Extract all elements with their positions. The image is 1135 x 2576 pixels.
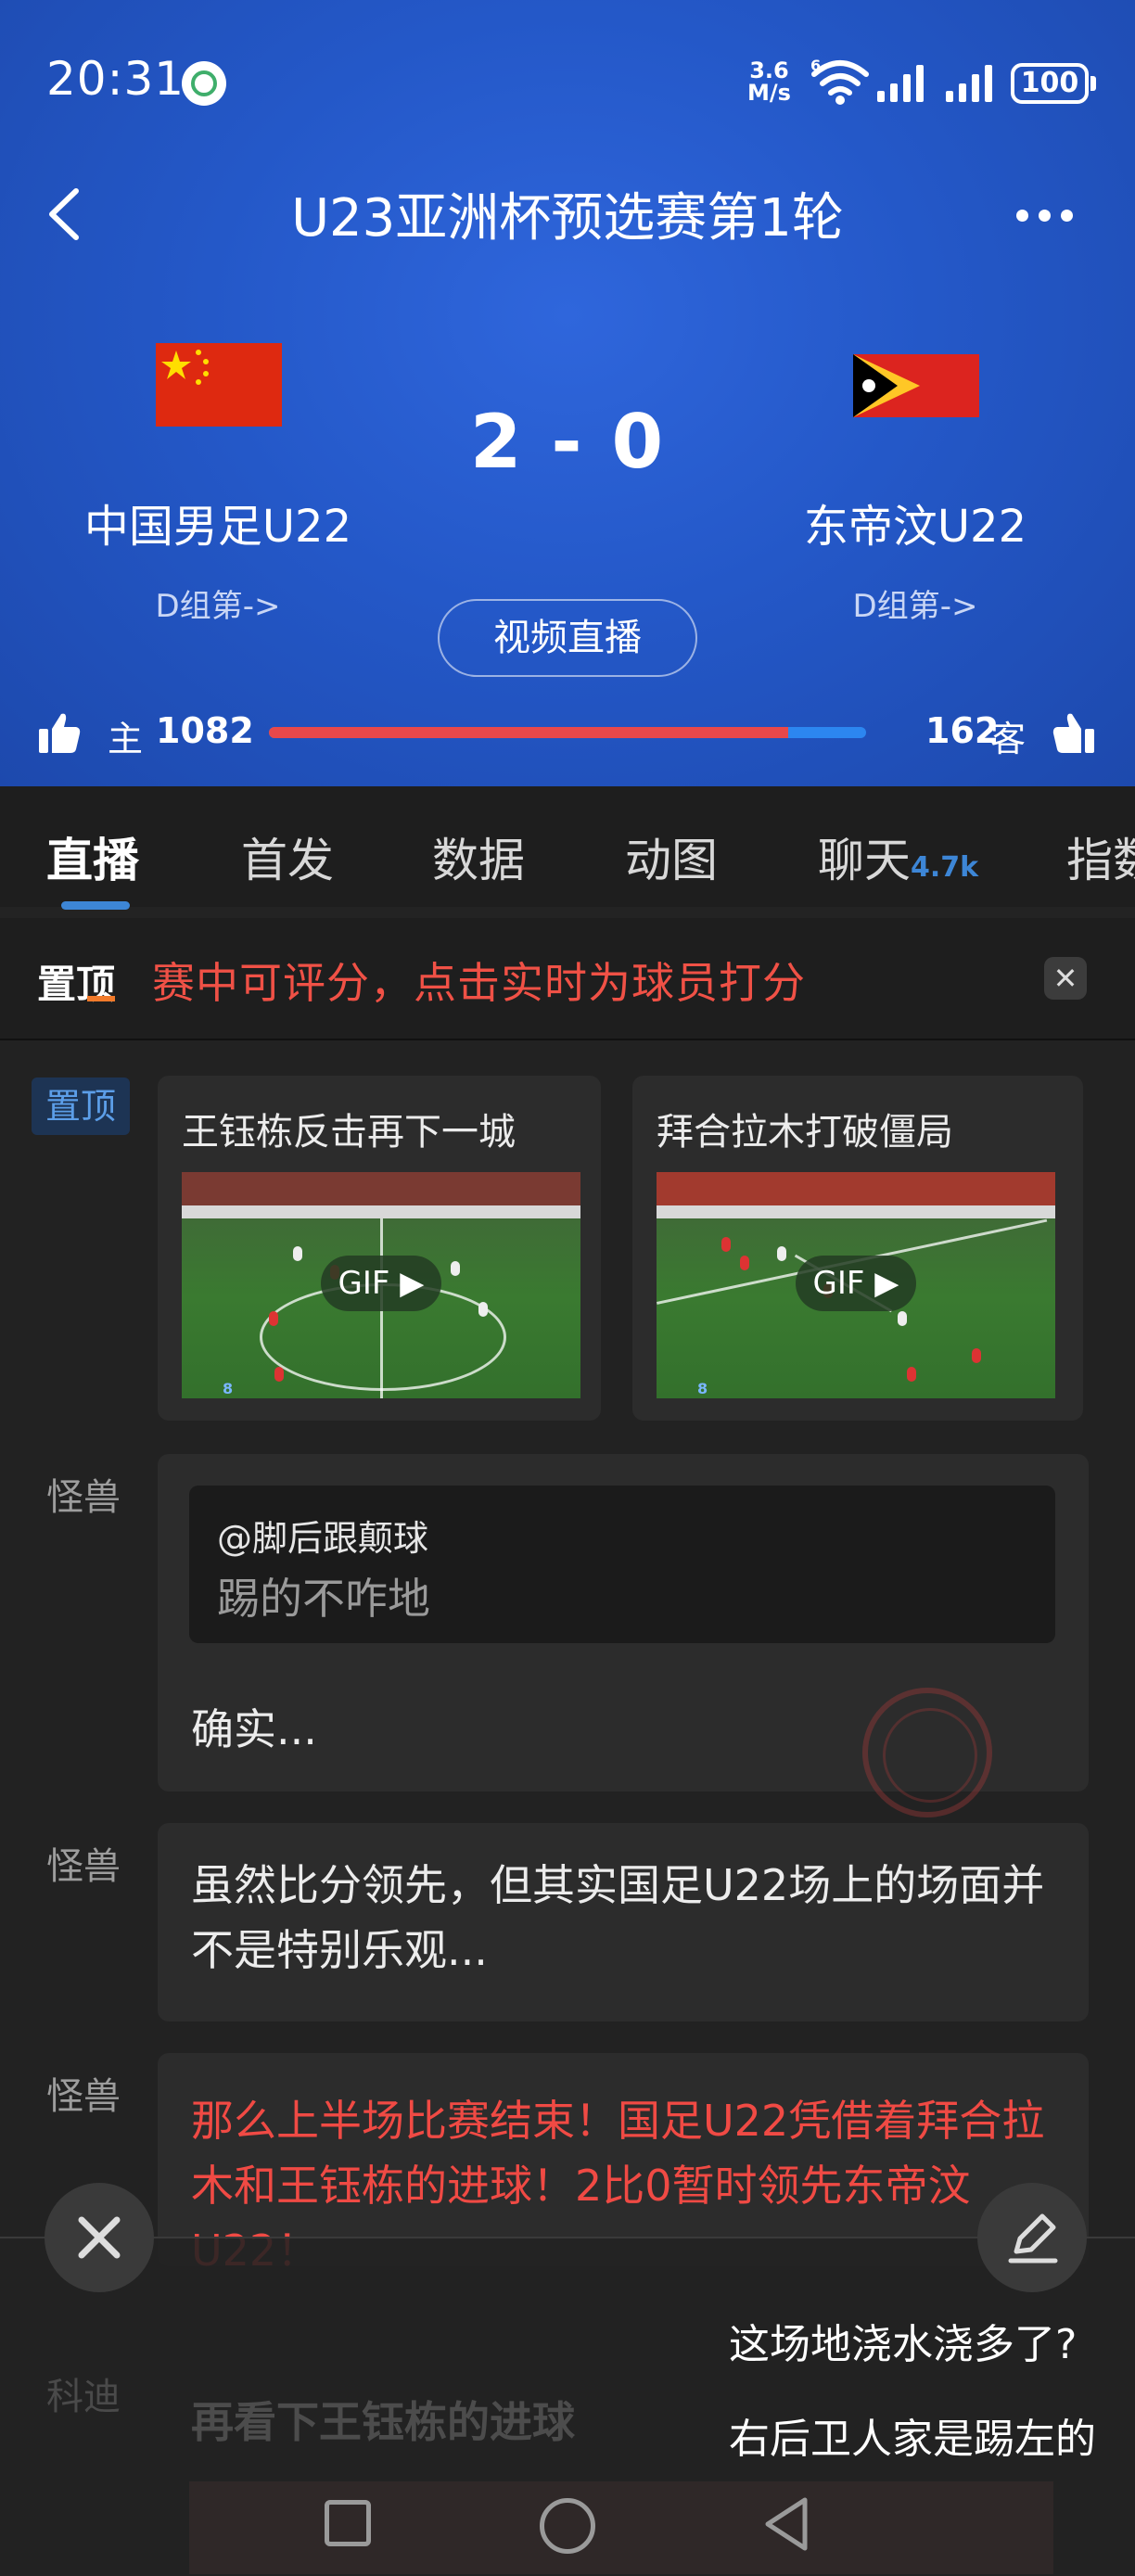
tab-lineup[interactable]: 首发 [241,823,334,890]
tab-chat-label: 聊天 [818,834,911,887]
cell-signal-icon [877,65,924,102]
video-live-button[interactable]: 视频直播 [438,599,697,677]
more-options-icon[interactable] [1016,208,1083,225]
close-danmaku-button[interactable] [45,2183,154,2292]
message-card: 那么上半场比赛结束！国足U22凭借着拜合拉木和王钰栋的进球！2比0暂时领先东帝汶… [158,2053,1089,2266]
edit-comment-button[interactable] [977,2183,1087,2292]
gif-badge: GIF [338,1265,390,1302]
close-icon[interactable]: ✕ [1044,957,1087,1000]
match-score: 2 - 0 [469,399,666,485]
away-support-count: 162 [925,710,1000,751]
home-support-label: 主 [108,719,144,759]
tab-odds[interactable]: 指数 [1066,823,1135,890]
pinned-side-tag: 置顶 [32,1078,130,1135]
svg-text:6: 6 [810,57,821,74]
app-notification-icon [182,61,226,106]
watermark-logo: 8 [223,1380,234,1397]
home-support-count: 1082 [156,710,254,751]
timor-leste-flag-icon [853,354,979,417]
message-author: 科迪 [46,2376,121,2418]
cell-signal-icon-2 [946,65,992,102]
network-speed: 3.6 M/s [747,59,791,104]
chat-count-badge: 4.7k [911,851,979,884]
battery-tip [1090,76,1096,91]
tab-stats[interactable]: 数据 [432,823,525,890]
recent-apps-button[interactable] [325,2500,371,2546]
gif-title: 拜合拉木打破僵局 [657,1111,953,1154]
support-ratio-bar [269,727,866,738]
danmaku-comment: 右后卫人家是踢左的 [729,2416,1096,2463]
away-group-link[interactable]: D组第-> [753,580,1078,626]
quoted-user: @脚后跟颠球 [217,1518,429,1559]
quoted-message: @脚后跟颠球 踢的不咋地 [189,1486,1055,1643]
back-nav-icon[interactable] [760,2494,812,2554]
gif-play-button[interactable]: GIF ▶ [796,1256,916,1311]
net-speed-unit: M/s [747,80,791,106]
net-speed-value: 3.6 [749,57,789,83]
danmaku-comment: 这场地浇水浇多了? [729,2321,1078,2368]
active-tab-indicator [61,901,130,910]
page-title: U23亚洲杯预选赛第1轮 [291,188,844,249]
home-team-name[interactable]: 中国男足U22 [56,490,380,555]
tab-gifs[interactable]: 动图 [625,823,718,890]
gif-thumbnail[interactable]: GIF ▶ 8 [657,1172,1055,1398]
tab-chat[interactable]: 聊天4.7k [818,823,978,890]
stamp-watermark [862,1688,992,1817]
status-bar: 20:31 3.6 M/s 6 100 [0,0,1135,167]
clock: 20:31 [46,52,185,106]
gif-card[interactable]: 王钰栋反击再下一城 GIF ▶ 8 [158,1076,601,1421]
gif-thumbnail[interactable]: GIF ▶ 8 [182,1172,580,1398]
thumbs-up-home-icon[interactable] [37,710,82,755]
home-group-link[interactable]: D组第-> [56,580,380,626]
home-support-fill [269,727,789,738]
gif-title: 王钰栋反击再下一城 [182,1111,516,1154]
away-team-name[interactable]: 东帝汶U22 [753,490,1078,555]
video-thumbnail[interactable] [189,2481,1053,2574]
message-card: 虽然比分领先，但其实国足U22场上的场面并不是特别乐观... [158,1823,1089,2021]
message-author: 怪兽 [46,1845,121,1888]
back-arrow-icon[interactable] [43,185,85,243]
quoted-text: 踢的不咋地 [217,1574,430,1624]
thumbs-up-away-icon[interactable] [1052,710,1096,755]
battery-indicator: 100 [1011,63,1089,104]
away-support-label: 客 [990,719,1027,759]
message-author: 怪兽 [46,1476,121,1519]
message-author: 怪兽 [46,2075,121,2118]
gif-play-button[interactable]: GIF ▶ [321,1256,441,1311]
pinned-banner-text[interactable]: 赛中可评分，点击实时为球员打分 [152,950,806,1011]
pinned-badge: 置顶 [37,953,115,1010]
message-text: 虽然比分领先，但其实国足U22场上的场面并不是特别乐观... [191,1860,1045,1975]
tab-live[interactable]: 直播 [46,823,139,890]
watermark-logo: 8 [697,1380,708,1397]
message-text: 再看下王钰栋的进球 [191,2397,575,2447]
wifi-icon: 6 [810,57,869,105]
gif-card[interactable]: 拜合拉木打破僵局 GIF ▶ 8 [632,1076,1083,1421]
gif-badge: GIF [812,1265,865,1302]
china-flag-icon [156,343,282,427]
home-button[interactable] [540,2498,595,2554]
